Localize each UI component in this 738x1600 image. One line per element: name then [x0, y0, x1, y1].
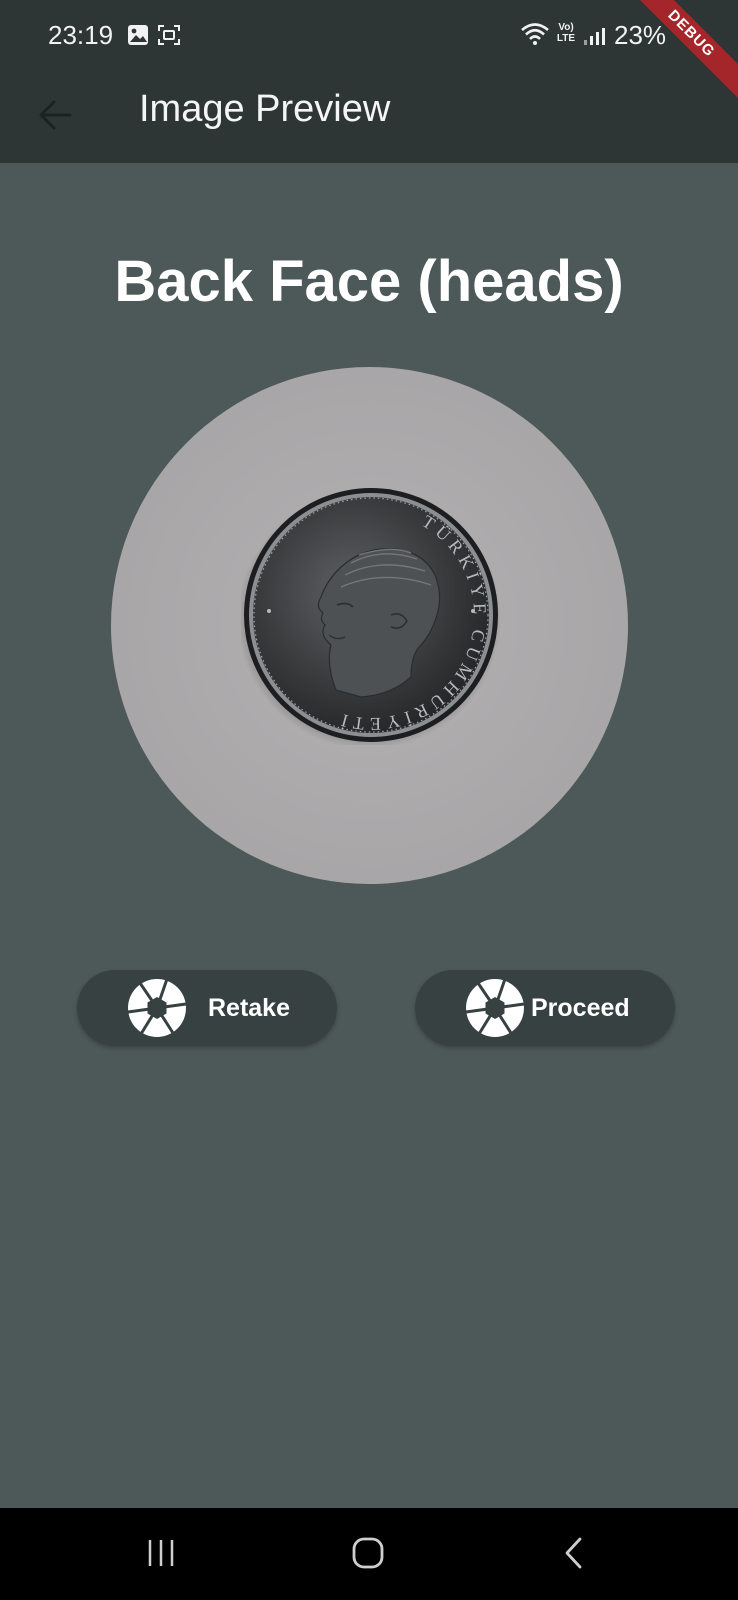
volte-line-1: Vo) [558, 22, 574, 33]
recent-apps-icon[interactable] [146, 1538, 176, 1573]
battery-level: 23% [614, 20, 667, 50]
page-title: Image Preview [139, 88, 391, 130]
proceed-button[interactable]: Proceed [415, 970, 675, 1046]
face-heading: Back Face (heads) [114, 249, 624, 314]
camera-shutter-icon [127, 978, 187, 1038]
arrow-back-icon [39, 100, 72, 130]
status-time: 23:19 [48, 20, 114, 50]
back-button[interactable] [30, 90, 80, 140]
camera-shutter-icon [465, 978, 525, 1038]
wifi-icon [520, 22, 550, 51]
status-bar: 23:19 Vo) LTE 23% [0, 0, 738, 70]
volte-icon: Vo) LTE [555, 22, 577, 44]
system-nav-bar [0, 1508, 738, 1600]
screen-record-icon [157, 24, 181, 51]
retake-button[interactable]: Retake [77, 970, 337, 1046]
signal-icon [583, 26, 607, 51]
gallery-icon [127, 24, 149, 51]
home-icon[interactable] [351, 1536, 385, 1575]
image-preview: TÜRKİYE CUMHURİYETİ [111, 367, 628, 884]
back-icon[interactable] [562, 1536, 586, 1575]
retake-label: Retake [208, 994, 290, 1022]
app-bar: Image Preview [0, 70, 738, 163]
volte-line-2: LTE [556, 33, 576, 44]
proceed-label: Proceed [531, 994, 630, 1022]
coin-photo: TÜRKİYE CUMHURİYETİ [237, 485, 501, 750]
